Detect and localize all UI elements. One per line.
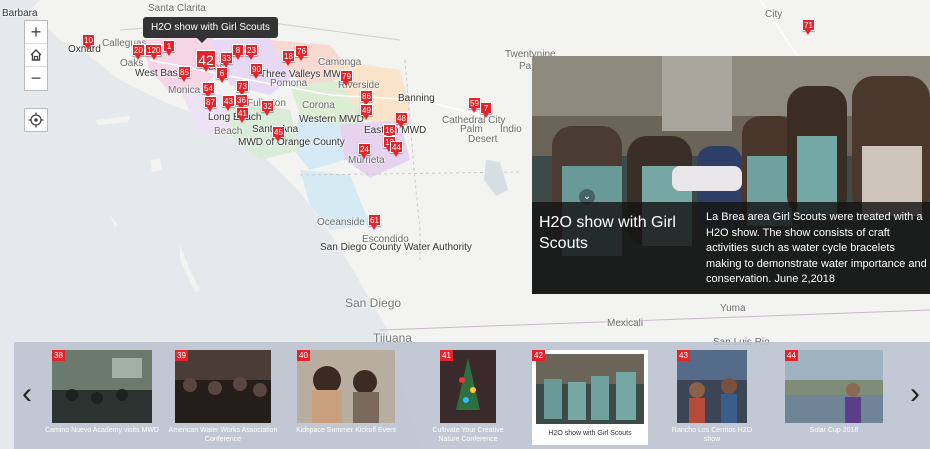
place-label: Camonga (318, 57, 362, 68)
map-pin[interactable]: 54 (202, 82, 215, 98)
map-pin[interactable]: 10 (82, 34, 95, 50)
story-carousel: ‹ › 38 Camino Nuevo Academy visits MWD 3… (14, 342, 930, 449)
place-label: Barbara (2, 8, 38, 19)
item-number: 38 (52, 350, 65, 361)
map-pin[interactable]: 61 (368, 214, 381, 230)
carousel-item[interactable]: 44 Solar Cup 2018 (785, 350, 883, 445)
item-number: 40 (297, 350, 310, 361)
thumbnail-image (536, 354, 644, 424)
map-pin[interactable]: 90 (250, 63, 263, 79)
map-pin[interactable]: 41 (236, 107, 249, 123)
map-pin[interactable]: 76 (295, 45, 308, 61)
item-number: 44 (785, 350, 798, 361)
locate-button[interactable] (24, 108, 48, 132)
map-pin[interactable]: 44 (390, 141, 403, 157)
map-pin[interactable]: 45 (272, 126, 285, 142)
item-label: American Water Works Association Confere… (168, 427, 278, 443)
zoom-in-button[interactable]: + (25, 21, 47, 44)
map-pin[interactable]: 32 (261, 100, 274, 116)
place-label: Pomona (270, 78, 308, 89)
place-label: Yuma (720, 303, 746, 314)
place-label: MWD of Orange County (238, 137, 345, 148)
map-pin[interactable]: 7 (480, 102, 492, 118)
map-tooltip: H2O show with Girl Scouts (143, 17, 278, 43)
map-pin[interactable]: 79 (340, 70, 353, 86)
place-label: Desert (468, 134, 498, 145)
carousel-item[interactable]: 39 American Water Works Association Conf… (169, 350, 277, 445)
story-popup: ⌄ H2O show with Girl Scouts La Brea area… (532, 56, 930, 294)
item-number: 43 (677, 350, 690, 361)
item-number: 41 (440, 350, 453, 361)
place-label: Pa (519, 61, 532, 72)
map-app: Barbara Santa Clarita Oxnard Calleguas O… (0, 0, 930, 449)
place-label: San Diego County Water Authority (320, 242, 472, 253)
map-pin[interactable]: 48 (395, 112, 408, 128)
map-pin[interactable]: 73 (236, 80, 249, 96)
map-pin[interactable]: 23 (245, 44, 258, 60)
place-label: Oceanside (317, 217, 365, 228)
place-label: City (765, 9, 783, 20)
place-label: Santa Clarita (148, 3, 206, 14)
home-icon (30, 49, 42, 61)
map-pin[interactable]: 120 (145, 44, 163, 60)
map-pin[interactable]: 8 (232, 44, 244, 60)
item-label: Solar Cup 2018 (809, 427, 859, 434)
map-pin[interactable]: 43 (222, 95, 235, 111)
map-pin[interactable]: 49 (360, 104, 373, 120)
carousel-item[interactable]: 40 Kidspace Summer Kickoff Event (296, 350, 396, 445)
map-pin[interactable]: 71 (802, 19, 815, 35)
map-pin[interactable]: 20 (132, 44, 145, 60)
zoom-out-button[interactable]: − (25, 67, 47, 90)
thumbnail-image (175, 350, 271, 423)
map-controls: + − (24, 20, 48, 91)
carousel-item[interactable]: 38 Camino Nuevo Academy visits MWD (45, 350, 159, 445)
map-pin[interactable]: 6 (216, 67, 228, 83)
item-label: Kidspace Summer Kickoff Event (296, 427, 396, 434)
next-arrow-icon[interactable]: › (910, 377, 920, 411)
thumbnail-image (297, 350, 395, 423)
place-label: Long Beach (208, 112, 262, 123)
place-label: Beach (214, 126, 243, 137)
map-pin[interactable]: 33 (220, 52, 233, 68)
map-pin[interactable]: 86 (360, 90, 373, 106)
place-label: Corona (302, 100, 335, 111)
map-pin[interactable]: 36 (235, 94, 248, 110)
carousel-item[interactable]: 43 Rancho Los Cerritos H2O show (672, 350, 752, 445)
place-label: Mexicali (607, 318, 644, 329)
prev-arrow-icon[interactable]: ‹ (22, 377, 32, 411)
place-label: Western MWD (299, 114, 364, 125)
item-label: Cultivate Your Creative Nature Conferenc… (432, 427, 504, 443)
item-label: Camino Nuevo Academy visits MWD (45, 427, 159, 434)
item-number: 42 (532, 350, 545, 361)
map-pin[interactable]: 1 (163, 40, 175, 56)
locate-icon (28, 112, 44, 128)
map-pin[interactable]: 59 (468, 97, 481, 113)
map-pin[interactable]: 24 (358, 143, 371, 159)
map-pin[interactable]: 85 (178, 66, 191, 82)
map-pin[interactable]: 18 (282, 50, 295, 66)
map-pin[interactable]: 16 (383, 124, 396, 140)
carousel-item-selected[interactable]: 42 H2O show with Girl Scouts (532, 350, 648, 445)
map-pin[interactable]: 42 (196, 50, 216, 72)
item-number: 39 (175, 350, 188, 361)
place-label: Indio (500, 124, 522, 135)
story-title: H2O show with Girl Scouts (539, 214, 676, 252)
item-label: Rancho Los Cerritos H2O show (671, 427, 753, 443)
place-label: San Diego (345, 296, 402, 310)
carousel-item[interactable]: 41 Cultivate Your Creative Nature Confer… (432, 350, 504, 445)
item-label: H2O show with Girl Scouts (548, 430, 632, 437)
map-pin[interactable]: 87 (204, 96, 217, 112)
thumbnail-image (52, 350, 152, 423)
place-label: Monica (168, 85, 201, 96)
home-button[interactable] (25, 44, 47, 67)
thumbnail-image (785, 350, 883, 423)
story-description: La Brea area Girl Scouts were treated wi… (706, 211, 927, 285)
place-label: Banning (398, 93, 435, 104)
